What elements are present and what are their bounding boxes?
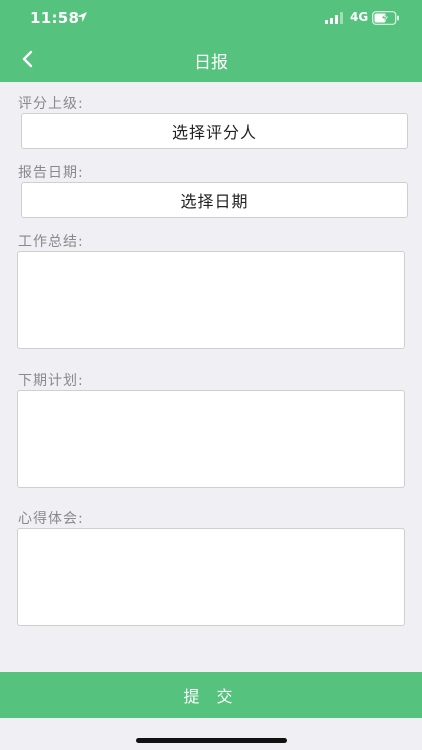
select-date-button[interactable]: 选择日期 <box>21 182 408 218</box>
select-rater-button[interactable]: 选择评分人 <box>21 113 408 149</box>
next-plan-textarea[interactable] <box>17 390 405 488</box>
status-bar: 11:58 4G <box>0 0 422 36</box>
summary-label: 工作总结: <box>18 234 84 250</box>
page-title: 日报 <box>194 53 228 73</box>
plan-label: 下期计划: <box>18 373 84 389</box>
submit-button[interactable]: 提 交 <box>0 672 422 718</box>
date-label: 报告日期: <box>18 165 84 181</box>
rater-label: 评分上级: <box>18 96 84 112</box>
reflection-label: 心得体会: <box>18 511 84 527</box>
home-indicator <box>136 738 287 743</box>
battery-charging-icon <box>372 11 399 25</box>
work-summary-textarea[interactable] <box>17 251 405 349</box>
cellular-signal-icon <box>325 12 343 24</box>
network-type: 4G <box>350 10 369 24</box>
reflection-textarea[interactable] <box>17 528 405 626</box>
location-arrow-icon <box>77 12 87 22</box>
status-time: 11:58 <box>30 9 80 27</box>
top-header: 11:58 4G 日报 <box>0 0 422 82</box>
navigation-bar: 日报 <box>0 36 422 82</box>
